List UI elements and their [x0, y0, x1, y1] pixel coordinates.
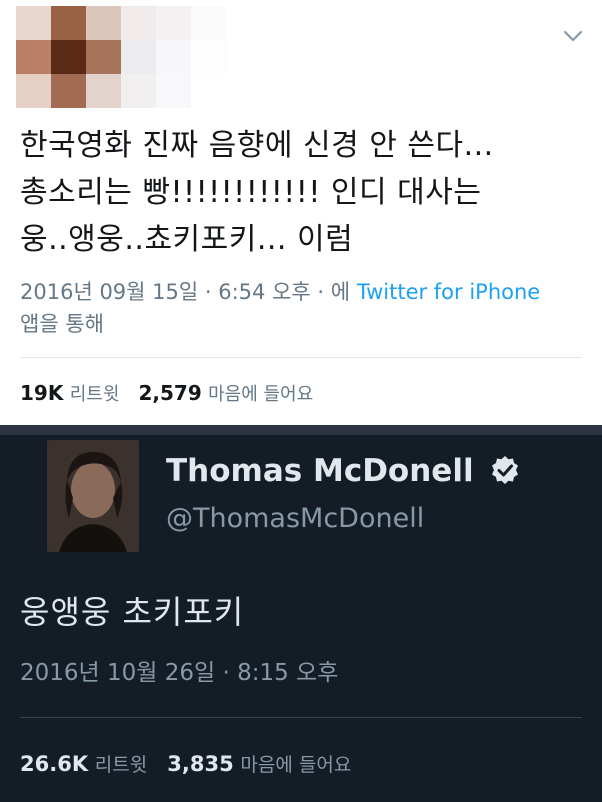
- display-name[interactable]: Thomas McDonell: [166, 453, 520, 489]
- profile-photo[interactable]: [47, 440, 139, 552]
- verified-badge-icon: [492, 456, 519, 484]
- retweets-count[interactable]: 19K: [20, 381, 63, 405]
- source-link[interactable]: Twitter for iPhone: [357, 280, 541, 304]
- tweet-stats: 26.6K 리트윗 3,835 마음에 들어요: [20, 750, 351, 777]
- likes-count[interactable]: 3,835: [167, 752, 233, 776]
- via-label: 앱을 통해: [20, 312, 104, 336]
- tweet-text-line: 총소리는 빵!!!!!!!!!!!! 인디 대사는: [20, 175, 482, 210]
- tweet-meta: 2016년 09월 15일 · 6:54 오후 · 에 Twitter for …: [20, 276, 590, 340]
- likes-label[interactable]: 마음에 들어요: [240, 754, 351, 776]
- divider: [20, 717, 582, 718]
- divider: [20, 357, 582, 358]
- light-tweet: 한국영화 진짜 음향에 신경 안 쓴다... 총소리는 빵!!!!!!!!!!!…: [0, 0, 602, 425]
- chevron-down-icon[interactable]: [562, 27, 584, 45]
- user-handle[interactable]: @ThomasMcDonell: [166, 503, 424, 534]
- tweet-timestamp[interactable]: 2016년 09월 15일 · 6:54 오후 · 에: [20, 280, 350, 304]
- likes-label[interactable]: 마음에 들어요: [208, 384, 313, 405]
- retweets-label[interactable]: 리트윗: [95, 754, 147, 776]
- dark-tweet: Thomas McDonell @ThomasMcDonell 웅앵웅 초키포키…: [0, 425, 602, 802]
- likes-count[interactable]: 2,579: [138, 381, 201, 405]
- blurred-avatar[interactable]: [16, 6, 226, 108]
- tweet-timestamp[interactable]: 2016년 10월 26일 · 8:15 오후: [20, 653, 338, 687]
- retweets-label[interactable]: 리트윗: [70, 384, 120, 405]
- section-divider: [0, 425, 602, 435]
- tweet-text-line: 한국영화 진짜 음향에 신경 안 쓴다...: [20, 128, 494, 163]
- profile-photo-image: [47, 440, 139, 552]
- tweet-text: 한국영화 진짜 음향에 신경 안 쓴다... 총소리는 빵!!!!!!!!!!!…: [20, 122, 590, 263]
- tweet-text: 웅앵웅 초키포키: [20, 593, 245, 631]
- tweet-text-line: 웅..앵웅..쵸키포키... 이럼: [20, 222, 354, 257]
- tweet-stats: 19K 리트윗 2,579 마음에 들어요: [20, 380, 313, 406]
- retweets-count[interactable]: 26.6K: [20, 752, 88, 776]
- display-name-text: Thomas McDonell: [166, 453, 474, 489]
